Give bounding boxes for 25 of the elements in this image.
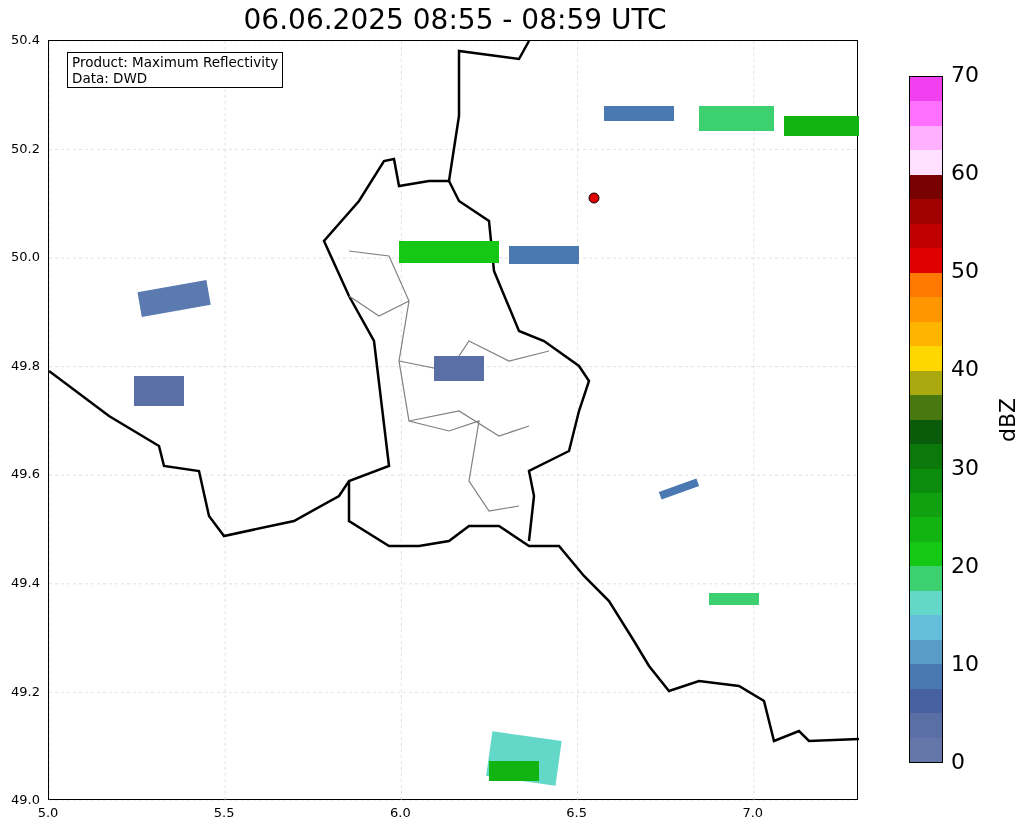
- info-text: Product: Maximum Reflectivity: [72, 54, 279, 70]
- axis-tick-label: 7.0: [741, 806, 765, 819]
- chart-title: 06.06.2025 08:55 - 08:59 UTC: [243, 6, 667, 34]
- colorbar-label: dBZ: [997, 397, 1019, 442]
- axis-tick-label: 49.6: [11, 467, 40, 481]
- colorbar-tick-label: 50: [951, 260, 979, 283]
- axis-tick-label: 5.0: [36, 806, 60, 819]
- colorbar-tick-label: 30: [951, 456, 979, 479]
- axis-tick-label: 50.0: [11, 250, 40, 264]
- colorbar-tick-label: 40: [951, 358, 979, 381]
- axis-tick-label: 50.4: [11, 33, 40, 46]
- axis-tick-label: 50.2: [11, 141, 40, 155]
- colorbar-tick-label: 10: [951, 652, 979, 675]
- axis-tick-label: 6.5: [565, 806, 588, 819]
- axis-tick-label: 49.4: [11, 576, 40, 589]
- axis-tick-label: 5.5: [212, 806, 236, 819]
- axis-tick-label: 49.8: [11, 358, 40, 372]
- colorbar-tick-label: 0: [951, 751, 965, 773]
- colorbar-tick-label: 60: [951, 162, 979, 185]
- axis-tick-label: 6.0: [389, 806, 412, 819]
- info-text: Data: DWD: [72, 70, 149, 86]
- colorbar-tick-label: 70: [951, 64, 979, 86]
- colorbar-tick-label: 20: [951, 554, 979, 577]
- axis-tick-label: 49.0: [11, 793, 40, 807]
- axis-tick-label: 49.2: [11, 684, 40, 698]
